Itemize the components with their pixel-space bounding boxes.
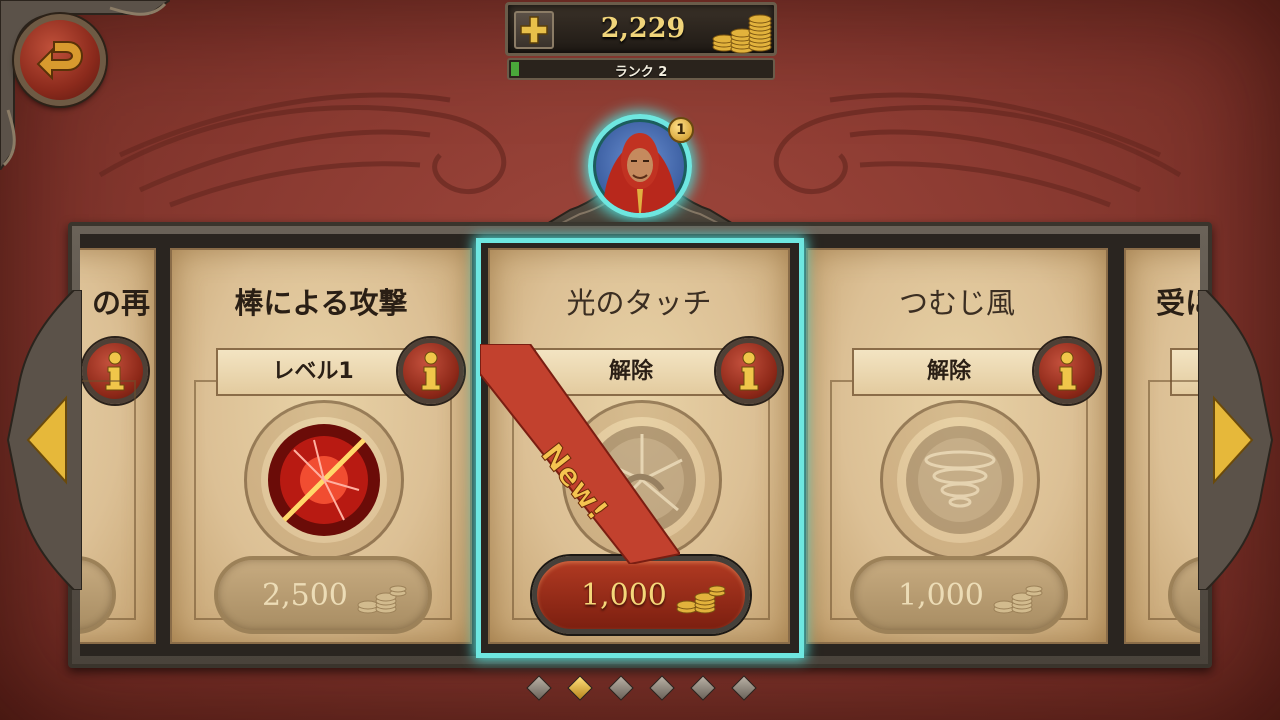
coin-amount: 2,229 xyxy=(600,13,686,44)
buy-button[interactable]: 1,000 xyxy=(532,556,750,634)
coin-stack-icon xyxy=(712,14,772,54)
card-title: つむじ風 xyxy=(898,286,1015,320)
prev-arrow-button[interactable] xyxy=(4,289,83,591)
rank-progress-bar: ランク 2 xyxy=(507,58,775,80)
page-dot[interactable] xyxy=(690,675,716,701)
info-icon xyxy=(421,351,441,391)
skill-card-partial-left[interactable]: の再 xyxy=(80,248,156,644)
card-title: 受に xyxy=(1156,286,1200,320)
skill-card-whirlwind[interactable]: つむじ風 解除 1,000 xyxy=(806,248,1108,644)
price-button[interactable]: 2,500 xyxy=(214,556,432,634)
info-button[interactable] xyxy=(398,338,464,404)
back-button[interactable] xyxy=(14,14,106,106)
skill-card-light-touch[interactable]: 光のタッチ 解除 1,000 xyxy=(488,248,790,644)
info-icon xyxy=(739,351,759,391)
card-title: の再 xyxy=(91,286,150,320)
plus-icon xyxy=(520,16,548,44)
unlock-label: 解除 xyxy=(852,348,1046,396)
skill-level: レベル1 xyxy=(216,348,410,396)
skill-card-staff-strike[interactable]: 棒による攻撃 レベル1 2,500 xyxy=(170,248,472,644)
rank-label: ランク 2 xyxy=(614,65,668,80)
page-dot[interactable] xyxy=(526,675,552,701)
coin-stack-icon xyxy=(357,585,407,614)
currency-panel: 2,229 ランク 2 xyxy=(505,2,777,82)
whirlwind-icon xyxy=(906,426,1014,534)
price-button[interactable]: 1,000 xyxy=(850,556,1068,634)
price-amount: 1,000 xyxy=(898,577,984,613)
page-indicator xyxy=(524,675,764,701)
staff-strike-icon xyxy=(268,424,380,536)
info-button[interactable] xyxy=(1034,338,1100,404)
price-amount: 2,500 xyxy=(262,577,348,613)
page-dot[interactable] xyxy=(567,675,593,701)
price-amount: 1,000 xyxy=(581,577,667,613)
back-arrow-icon xyxy=(36,41,84,81)
skill-card-partial-right[interactable]: 受に xyxy=(1124,248,1200,644)
coin-bar: 2,229 xyxy=(505,2,777,56)
coin-stack-icon xyxy=(993,585,1043,614)
page-dot[interactable] xyxy=(731,675,757,701)
skill-carousel: の再 棒による攻撃 レベル1 2,500 光のタッチ 解除 1,000 つむじ風… xyxy=(80,234,1200,656)
card-title: 棒による攻撃 xyxy=(234,286,408,320)
unlock-label: 解除 xyxy=(534,348,728,396)
info-button[interactable] xyxy=(716,338,782,404)
page-dot[interactable] xyxy=(608,675,634,701)
notification-badge: 1 xyxy=(668,117,694,143)
page-dot[interactable] xyxy=(649,675,675,701)
left-arrow-icon xyxy=(6,289,83,591)
card-title: 光のタッチ xyxy=(566,286,712,320)
next-arrow-button[interactable] xyxy=(1197,289,1276,591)
info-icon xyxy=(1057,351,1077,391)
right-arrow-icon xyxy=(1197,289,1274,591)
light-touch-icon xyxy=(588,426,696,534)
add-coins-button[interactable] xyxy=(514,11,554,49)
coin-stack-icon xyxy=(676,585,726,614)
